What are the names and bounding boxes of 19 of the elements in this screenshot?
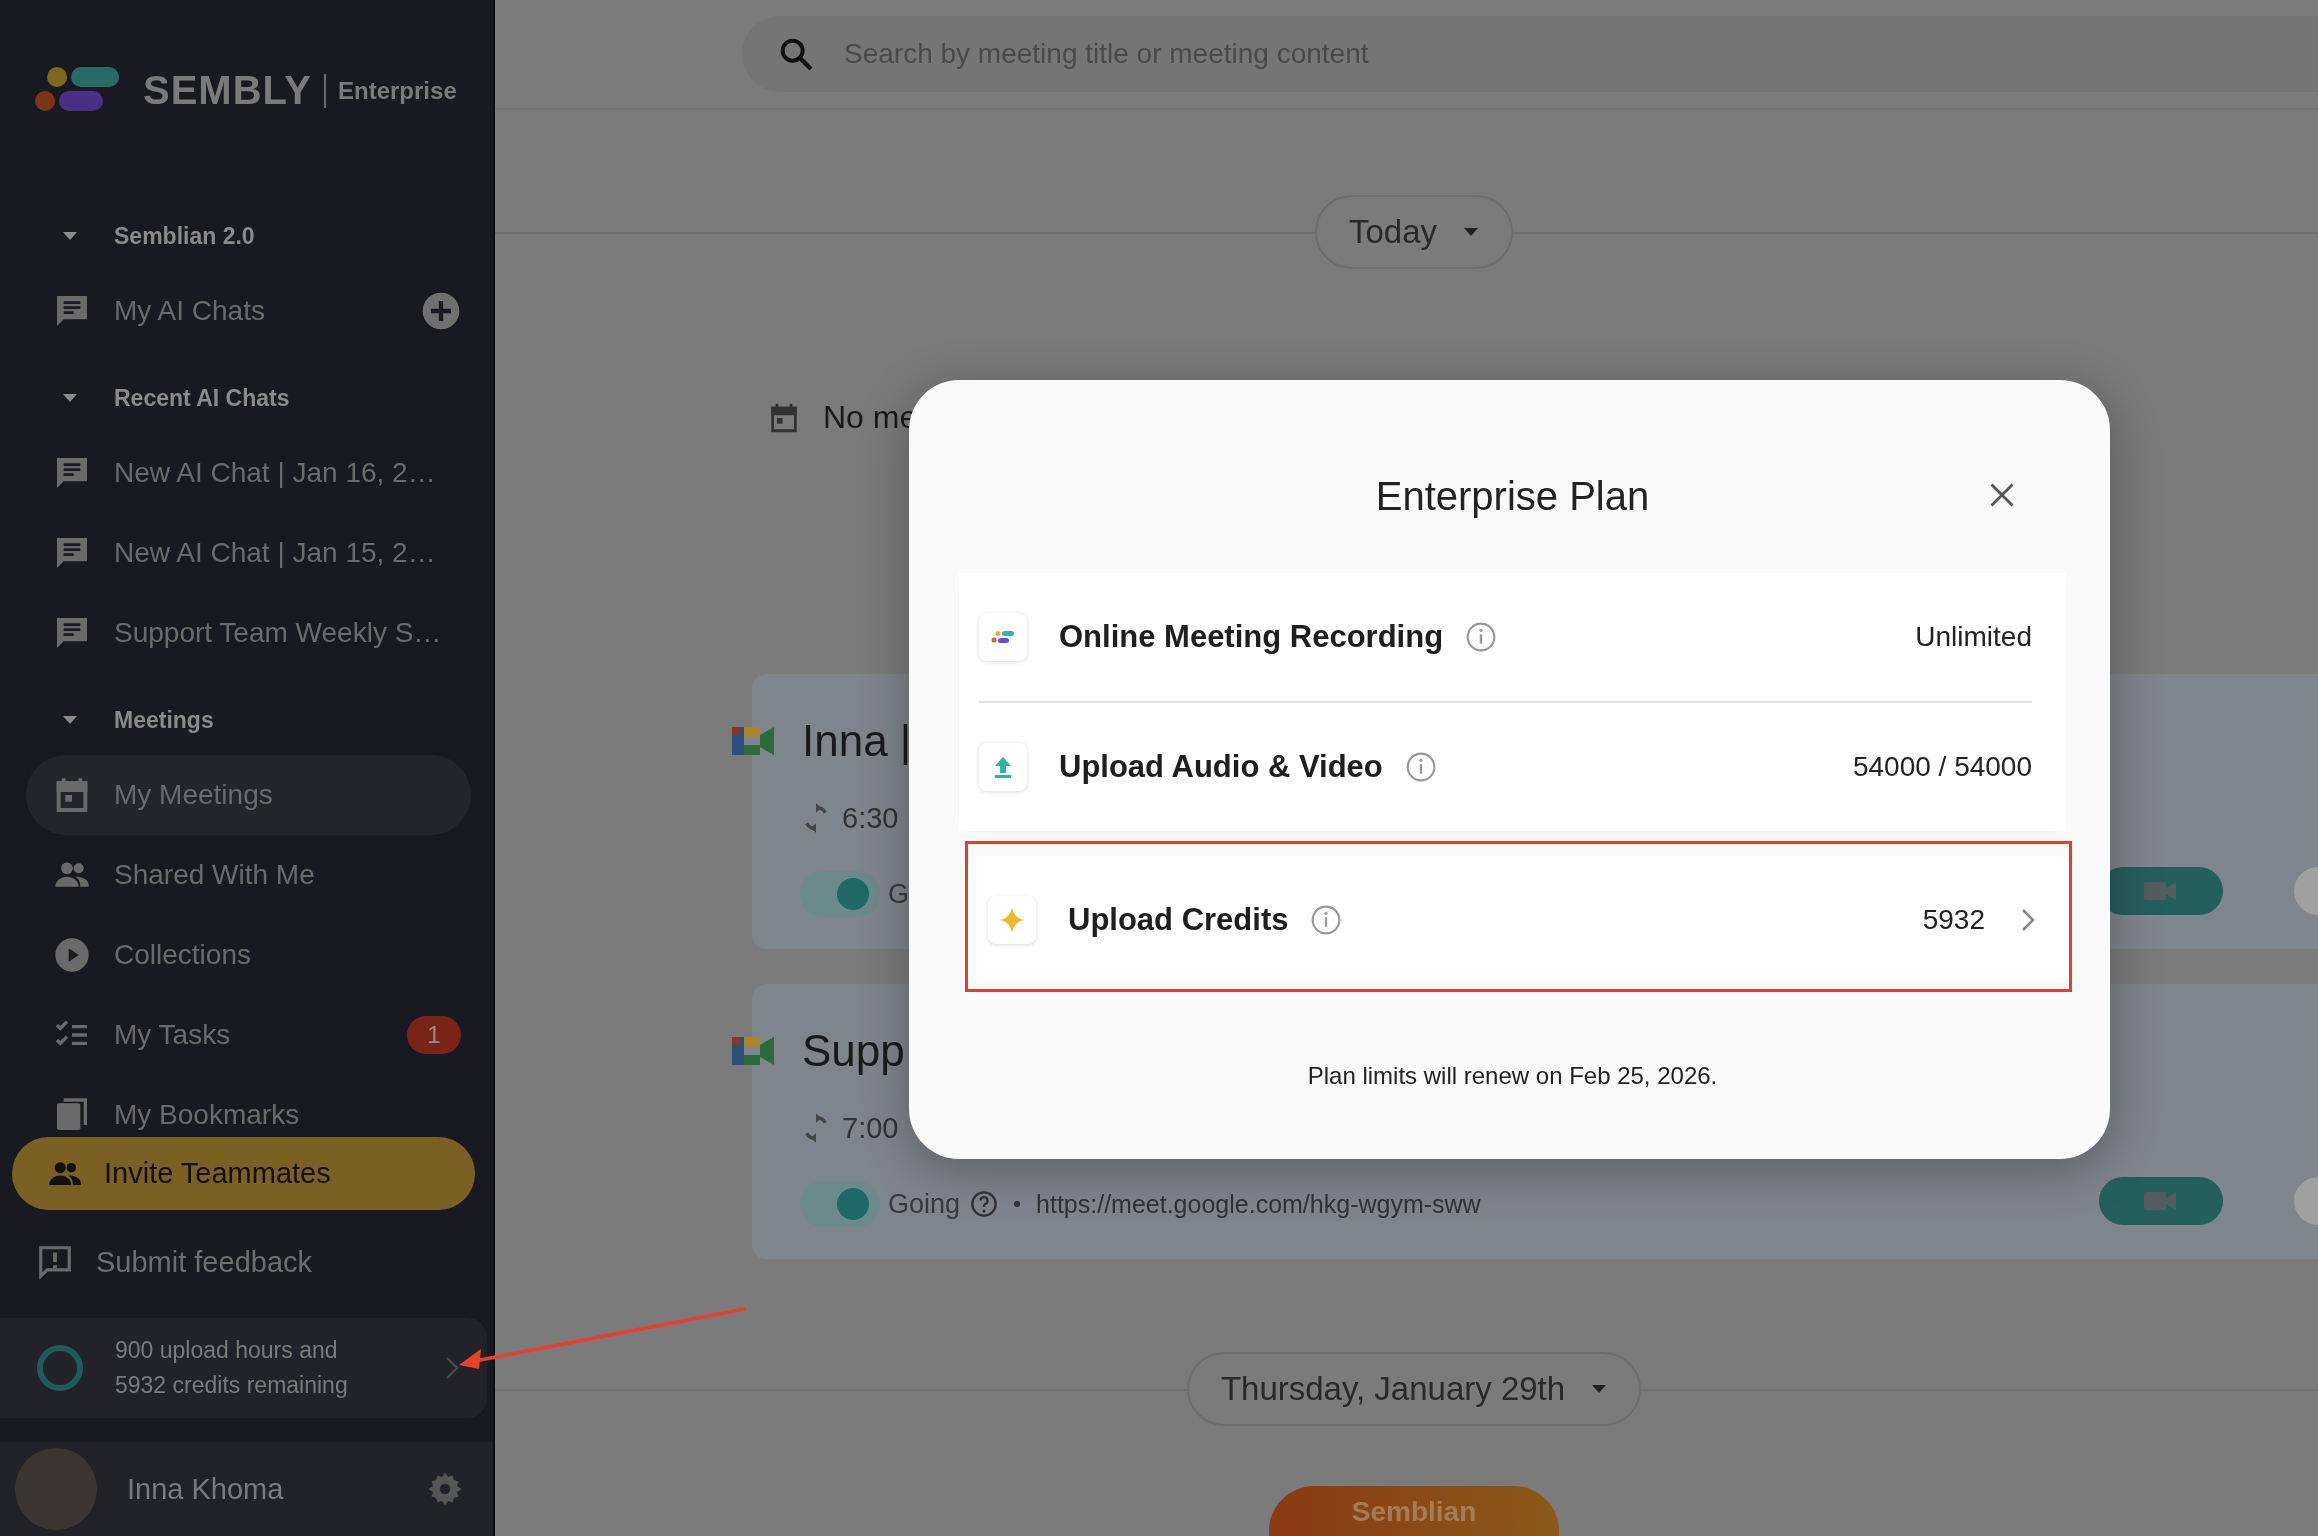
rsvp-label: G <box>888 878 909 910</box>
edition-label: Enterprise <box>338 76 457 105</box>
row-label: Online Meeting Recording <box>1059 619 1444 655</box>
row-label: Upload Audio & Video <box>1059 749 1383 785</box>
dialog-title: Enterprise Plan <box>1375 474 1650 519</box>
logo-wordmark: SEMBLY <box>143 68 312 113</box>
row-value: 54000 / 54000 <box>1852 751 2032 783</box>
row-value: Unlimited <box>1915 621 2032 653</box>
meeting-time: 7:00 <box>842 1111 899 1145</box>
row-label: Upload Credits <box>1068 902 1289 938</box>
user-name: Inna Khoma <box>127 1472 284 1506</box>
meeting-time: 6:30 <box>842 801 899 835</box>
meeting-title: Supp <box>802 1026 905 1076</box>
usage-text: 900 upload hours and 5932 credits remaining <box>115 1336 348 1400</box>
row-value: 5932 <box>1922 904 1985 936</box>
meeting-title: Inna | <box>802 716 912 766</box>
renewal-note: Plan limits will renew on Feb 25, 2026. <box>1306 1062 1719 1090</box>
count-badge: 1 <box>407 1016 461 1054</box>
rsvp-label: Going <box>888 1188 961 1220</box>
